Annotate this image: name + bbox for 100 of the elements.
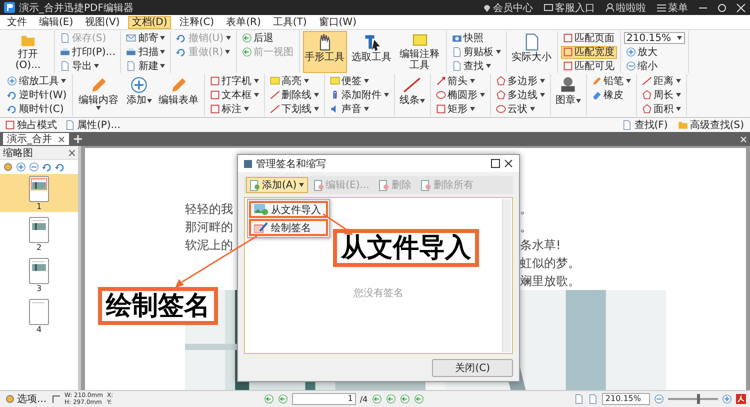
ribbon-button[interactable]: 查找 (450, 60, 502, 72)
envelope-icon (126, 33, 136, 43)
ribbon-button[interactable]: 编辑注释工具 (396, 31, 442, 73)
ribbon-button[interactable]: 橡皮 (590, 88, 633, 102)
ribbon-button[interactable]: 后退 (240, 32, 296, 44)
page-thumbnail[interactable]: 4 (0, 297, 78, 335)
ribbon-button[interactable]: 周长 (640, 88, 683, 102)
ribbon-button[interactable]: 椭圆形 (434, 88, 487, 102)
document-icon (574, 394, 584, 404)
ribbon-button[interactable]: 线条 (398, 74, 427, 116)
ribbon-button[interactable]: 缩放工具 (5, 74, 69, 88)
ribbon-button[interactable]: 距离 (640, 74, 683, 88)
close-icon[interactable] (58, 136, 65, 142)
ribbon-button[interactable]: 打字机 (208, 74, 261, 88)
title-bar-link[interactable]: 菜单 (656, 0, 689, 16)
ribbon-button[interactable]: 新建 (124, 60, 168, 72)
menu-item[interactable]: 文件 (3, 16, 31, 28)
add-tab-icon[interactable] (73, 134, 83, 144)
title-bar-link[interactable]: 客服入口 (543, 0, 596, 16)
menu-item[interactable]: 表单(R) (222, 16, 265, 28)
menu-item[interactable]: 工具(T) (268, 16, 311, 28)
document-tab[interactable]: 演示_合并 (3, 133, 69, 145)
ribbon-button[interactable]: 放大 (624, 46, 685, 58)
close-button[interactable]: 关闭(C) (432, 359, 513, 377)
ribbon-button[interactable]: 标注 (208, 102, 261, 116)
menu-item[interactable]: 文档(D) (128, 16, 172, 28)
ellipse-icon (496, 104, 506, 114)
title-bar-link[interactable]: 会员中心 (482, 0, 534, 16)
gear-icon[interactable] (3, 162, 13, 172)
square-icon (5, 120, 15, 130)
page-thumbnail[interactable]: 3 (0, 256, 78, 294)
ribbon-button[interactable]: 矩形 (434, 102, 487, 116)
ribbon-button[interactable]: 文本框 (208, 88, 261, 102)
ribbon-button[interactable]: 铅笔 (590, 74, 633, 88)
ribbon-button[interactable]: 云状 (494, 102, 547, 116)
user-icon (606, 3, 614, 12)
ribbon-button[interactable]: 编辑表单 (156, 74, 201, 116)
menu-item[interactable]: 编辑(E) (35, 16, 78, 28)
ribbon-button[interactable]: 添加附件 (328, 88, 391, 102)
line-icon (270, 104, 280, 114)
ribbon-button[interactable]: 顺时针(C) (5, 102, 69, 116)
ribbon-button[interactable]: 扫描 (124, 46, 168, 58)
ribbon-button[interactable]: 多边形 (494, 74, 547, 88)
toolbar-button[interactable]: 独占模式 (4, 117, 58, 133)
page-thumbnail[interactable]: 2 (0, 215, 78, 253)
ribbon-button[interactable]: 选取工具 (350, 31, 394, 73)
page-number-field[interactable]: 1 (292, 393, 356, 405)
zoom-dropdown[interactable]: 210.15% (624, 32, 685, 44)
page-thumbnail[interactable]: 1 (0, 174, 78, 212)
ribbon-button[interactable]: 面积 (640, 102, 683, 116)
ribbon-button[interactable]: 打印(P)... (58, 46, 118, 58)
toolbar-button[interactable]: 添加(A) (246, 177, 308, 193)
document-icon (60, 33, 70, 43)
menu-item[interactable]: 从文件导入 (249, 201, 328, 218)
zoom-dropdown[interactable]: 210.15% (602, 393, 650, 405)
polygon-icon (496, 90, 506, 100)
ribbon-button[interactable]: 匹配可见 (560, 60, 616, 72)
title-bar-link[interactable]: 啦啦啦 (605, 0, 647, 16)
ribbon-button[interactable]: 邮寄 (124, 32, 168, 44)
ribbon-button[interactable]: 实际大小 (510, 31, 554, 73)
ribbon-button[interactable]: 逆时针(W) (5, 88, 69, 102)
options-button[interactable]: 选项... (4, 391, 48, 407)
menu-item[interactable]: 绘制签名 (249, 219, 328, 236)
menu-item[interactable]: 窗口(W) (314, 16, 360, 28)
ribbon-button[interactable]: 导出 (58, 60, 118, 72)
ribbon-button[interactable]: 剪贴板 (450, 46, 502, 58)
menu-item[interactable]: 视图(V) (81, 16, 124, 28)
ribbon-button[interactable]: 手形工具 (302, 31, 346, 73)
ribbon-button[interactable]: 高级查找(S) (676, 118, 746, 132)
ribbon-button[interactable]: 高亮 (268, 74, 321, 88)
document-text: 软泥上的 (185, 237, 234, 254)
ribbon-button[interactable]: 快照 (450, 32, 502, 44)
ribbon-button[interactable]: 删除线 (268, 88, 321, 102)
polygon-icon (642, 104, 652, 114)
document-text: 。 (520, 219, 533, 236)
ribbon-button[interactable]: 图章 (554, 74, 583, 116)
eraser-icon (592, 90, 602, 100)
ribbon-button[interactable]: 缩小 (624, 60, 685, 72)
document-icon (60, 61, 70, 71)
restore-icon[interactable] (717, 2, 727, 12)
pencil-icon (254, 222, 268, 233)
document-icon (379, 180, 390, 190)
toolbar-button[interactable]: 属性(P)... (64, 117, 122, 133)
camera-icon (452, 33, 462, 43)
close-icon[interactable] (504, 159, 513, 168)
ribbon-button[interactable]: 编辑内容 (76, 74, 122, 116)
ribbon-button[interactable]: 匹配页面 (560, 32, 616, 44)
ribbon-button[interactable]: 查找(F) (620, 118, 670, 132)
document-icon (421, 180, 432, 190)
ribbon-button[interactable]: 多边线 (494, 88, 547, 102)
menu-item[interactable]: 注释(C) (175, 16, 218, 28)
ribbon-button[interactable]: 添加 (124, 74, 154, 116)
ribbon-button[interactable]: 声音 (328, 102, 391, 116)
ribbon-button[interactable]: 箭头 (434, 74, 487, 88)
maximize-icon[interactable] (491, 159, 500, 168)
ribbon-button[interactable]: 便签 (328, 74, 391, 88)
ribbon-button[interactable]: 下划线 (268, 102, 321, 116)
scrollbar[interactable] (502, 199, 511, 352)
ribbon-button[interactable]: 匹配宽度 (560, 46, 616, 58)
ribbon-button[interactable]: 打开(O)... (5, 31, 51, 73)
